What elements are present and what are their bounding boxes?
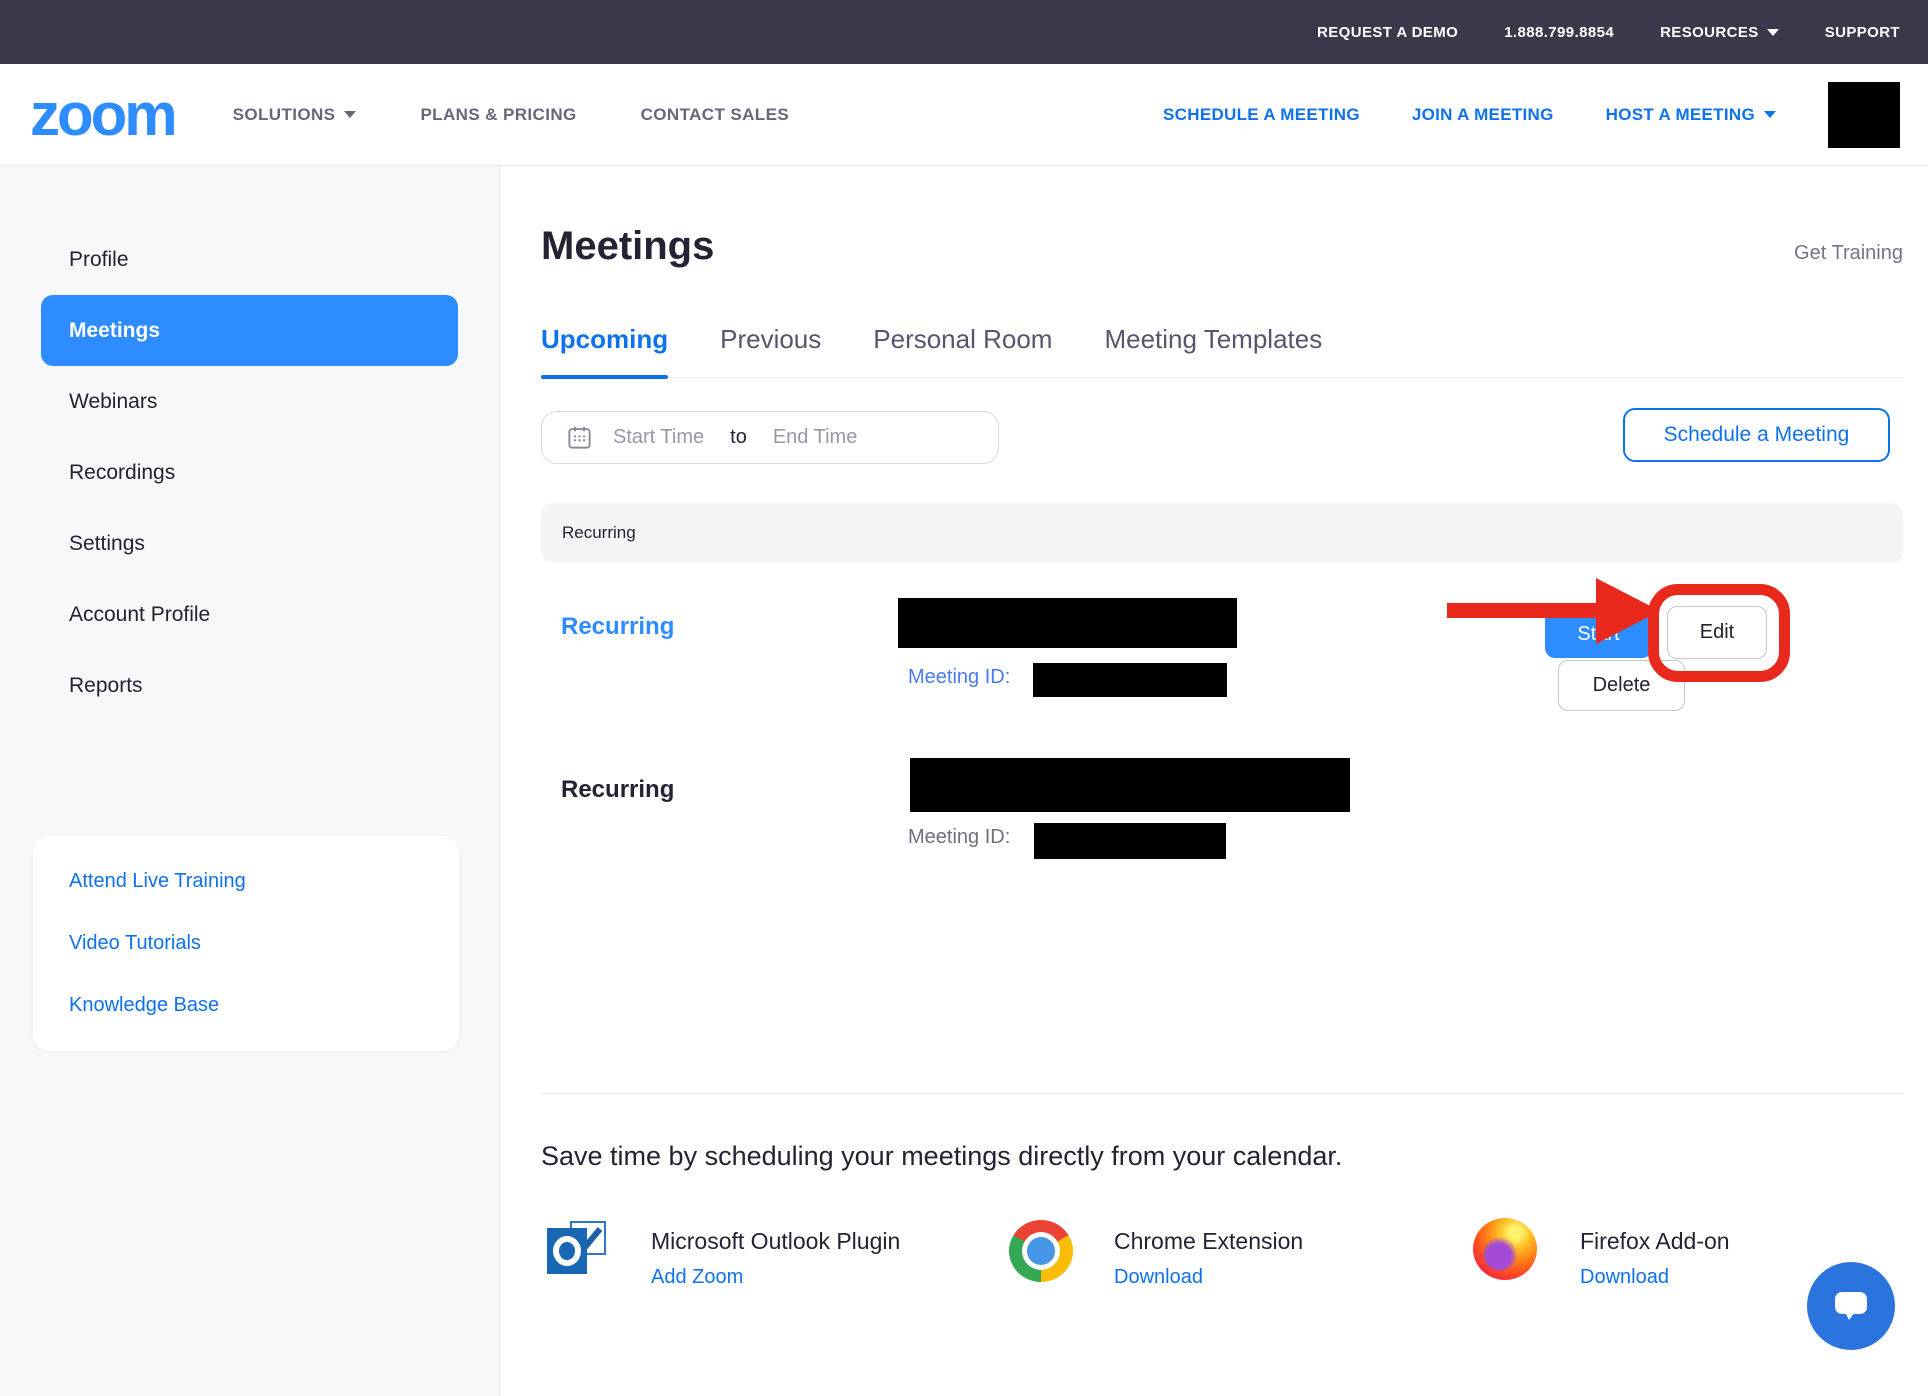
- solutions-label: SOLUTIONS: [233, 105, 336, 125]
- zoom-logo[interactable]: zoom: [30, 85, 175, 145]
- main-content: Meetings Get Training Upcoming Previous …: [500, 166, 1928, 1396]
- outlook-add-zoom-link[interactable]: Add Zoom: [651, 1266, 743, 1289]
- filter-to-label: to: [730, 426, 747, 449]
- account-nav: SCHEDULE A MEETING JOIN A MEETING HOST A…: [1163, 82, 1908, 148]
- video-tutorials-link[interactable]: Video Tutorials: [33, 912, 459, 974]
- host-a-meeting-menu[interactable]: HOST A MEETING: [1606, 105, 1776, 125]
- redacted-meeting-title: [910, 758, 1350, 812]
- firefox-icon: [1473, 1218, 1537, 1280]
- meetings-tabs: Upcoming Previous Personal Room Meeting …: [541, 324, 1903, 378]
- knowledge-base-link[interactable]: Knowledge Base: [33, 974, 459, 1036]
- save-time-text: Save time by scheduling your meetings di…: [541, 1141, 1342, 1172]
- recurring-section-header: Recurring: [541, 503, 1903, 563]
- sidebar-item-profile[interactable]: Profile: [0, 224, 499, 295]
- outlook-icon: [545, 1220, 609, 1282]
- resources-menu[interactable]: RESOURCES: [1660, 24, 1779, 41]
- site-header: zoom SOLUTIONS PLANS & PRICING CONTACT S…: [0, 64, 1928, 166]
- chat-bubble-icon: [1833, 1290, 1869, 1322]
- page-title: Meetings: [541, 224, 714, 269]
- recurring-section-label: Recurring: [562, 523, 636, 543]
- meeting-id-label: Meeting ID:: [908, 666, 1010, 689]
- schedule-a-meeting-link[interactable]: SCHEDULE A MEETING: [1163, 105, 1360, 125]
- sidebar-item-settings[interactable]: Settings: [0, 508, 499, 579]
- footer-divider: [541, 1093, 1903, 1094]
- top-utility-bar: REQUEST A DEMO 1.888.799.8854 RESOURCES …: [0, 0, 1928, 64]
- tab-upcoming[interactable]: Upcoming: [541, 324, 668, 355]
- chat-help-button[interactable]: [1807, 1262, 1895, 1350]
- resources-label: RESOURCES: [1660, 24, 1759, 41]
- attend-live-training-link[interactable]: Attend Live Training: [33, 850, 459, 912]
- sidebar-item-reports[interactable]: Reports: [0, 650, 499, 721]
- firefox-addon-title: Firefox Add-on: [1580, 1228, 1730, 1255]
- avatar[interactable]: [1828, 82, 1900, 148]
- nav-solutions[interactable]: SOLUTIONS: [233, 105, 357, 125]
- redacted-meeting-title: [898, 598, 1237, 648]
- meeting-topic-link[interactable]: Recurring: [561, 613, 674, 641]
- nav-plans-pricing[interactable]: PLANS & PRICING: [420, 105, 576, 125]
- sidebar: Profile Meetings Webinars Recordings Set…: [0, 166, 500, 1396]
- date-range-filter[interactable]: Start Time to End Time: [541, 411, 999, 464]
- redacted-meeting-id: [1033, 663, 1227, 697]
- chevron-down-icon: [344, 111, 356, 118]
- chrome-extension-title: Chrome Extension: [1114, 1228, 1303, 1255]
- request-demo-link[interactable]: REQUEST A DEMO: [1317, 24, 1458, 41]
- annotation-highlight-ring: [1648, 584, 1790, 682]
- sidebar-item-account-profile[interactable]: Account Profile: [0, 579, 499, 650]
- redacted-meeting-id: [1034, 823, 1226, 859]
- tab-previous[interactable]: Previous: [720, 324, 821, 355]
- get-training-link[interactable]: Get Training: [1794, 242, 1903, 265]
- outlook-plugin-title: Microsoft Outlook Plugin: [651, 1228, 900, 1255]
- calendar-icon: [566, 424, 593, 451]
- chrome-download-link[interactable]: Download: [1114, 1266, 1203, 1289]
- sidebar-item-meetings[interactable]: Meetings: [41, 295, 458, 366]
- zoom-web-portal: REQUEST A DEMO 1.888.799.8854 RESOURCES …: [0, 0, 1928, 1396]
- chevron-down-icon: [1767, 29, 1779, 36]
- sidebar-item-recordings[interactable]: Recordings: [0, 437, 499, 508]
- phone-number-link[interactable]: 1.888.799.8854: [1504, 24, 1614, 41]
- join-a-meeting-link[interactable]: JOIN A MEETING: [1412, 105, 1554, 125]
- host-meeting-label: HOST A MEETING: [1606, 105, 1755, 125]
- firefox-download-link[interactable]: Download: [1580, 1266, 1669, 1289]
- nav-contact-sales[interactable]: CONTACT SALES: [641, 105, 789, 125]
- primary-nav: SOLUTIONS PLANS & PRICING CONTACT SALES: [233, 105, 789, 125]
- tab-meeting-templates[interactable]: Meeting Templates: [1104, 324, 1322, 355]
- sidebar-nav: Profile Meetings Webinars Recordings Set…: [0, 166, 499, 721]
- chevron-down-icon: [1764, 111, 1776, 118]
- start-time-placeholder[interactable]: Start Time: [613, 426, 704, 449]
- annotation-arrow-head: [1596, 578, 1660, 644]
- tab-personal-room[interactable]: Personal Room: [873, 324, 1052, 355]
- end-time-placeholder[interactable]: End Time: [773, 426, 857, 449]
- sidebar-item-webinars[interactable]: Webinars: [0, 366, 499, 437]
- schedule-a-meeting-button[interactable]: Schedule a Meeting: [1623, 408, 1890, 462]
- meeting-id-label: Meeting ID:: [908, 826, 1010, 849]
- meeting-topic: Recurring: [561, 776, 674, 804]
- chrome-icon: [1009, 1220, 1073, 1282]
- help-links-card: Attend Live Training Video Tutorials Kno…: [33, 836, 459, 1051]
- help-links-list: Attend Live Training Video Tutorials Kno…: [33, 836, 459, 1036]
- annotation-arrow: [1447, 603, 1603, 618]
- support-link[interactable]: SUPPORT: [1825, 24, 1900, 41]
